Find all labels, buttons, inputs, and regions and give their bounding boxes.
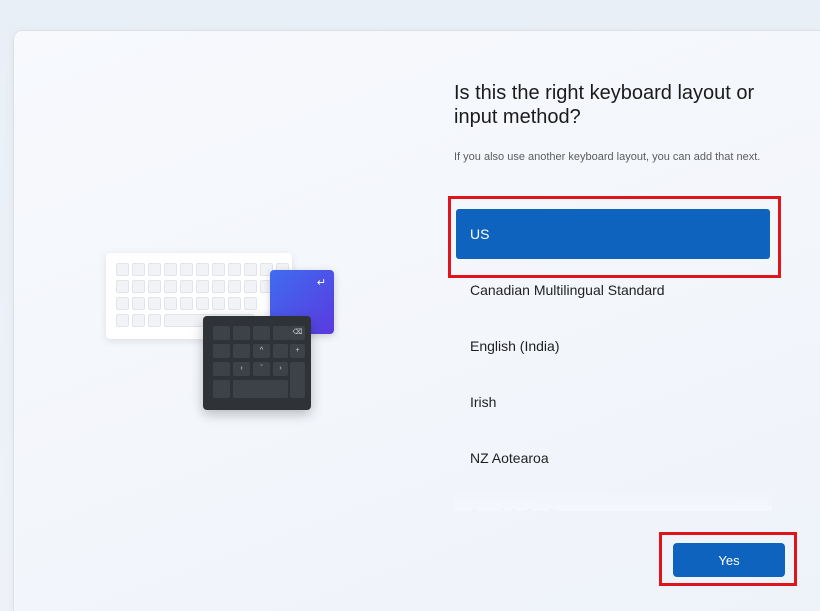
keyboard-layout-list[interactable]: US Canadian Multilingual Standard Englis… [454,209,772,511]
keyboard-key [132,297,145,310]
page-title: Is this the right keyboard layout or inp… [454,82,755,128]
keyboard-key [148,280,161,293]
layout-item-us[interactable]: US [456,209,770,259]
keyboard-key [116,263,129,276]
layout-item-nz-aotearoa[interactable]: NZ Aotearoa [456,433,770,483]
keyboard-key [164,263,177,276]
arrow-right-icon: › [273,362,288,376]
keyboard-key [196,297,209,310]
layout-item-canadian-multilingual-standard[interactable]: Canadian Multilingual Standard [456,265,770,315]
yes-button[interactable]: Yes [673,543,785,577]
keyboard-key [180,280,193,293]
keyboard-key [116,314,129,327]
keyboard-key [116,280,129,293]
numpad-key [233,380,288,398]
layout-item-irish[interactable]: Irish [456,377,770,427]
numpad-graphic: ⌫ ^ + ‹ ˇ › [203,316,311,410]
setup-window: ↵ ⌫ ^ + ‹ ˇ › Is this the right keyboard… [14,31,820,611]
numpad-key [253,326,270,340]
keyboard-key [116,297,129,310]
keyboard-key [244,297,257,310]
page-subtitle: If you also use another keyboard layout,… [454,151,761,163]
keyboard-key [132,263,145,276]
keyboard-key [228,297,241,310]
plus-icon: + [290,344,305,358]
arrow-down-icon: ˇ [253,362,270,376]
keyboard-key [132,280,145,293]
layout-item-english-india[interactable]: English (India) [456,321,770,371]
numpad-key [233,326,250,340]
numpad-key [233,344,250,358]
keyboard-key [148,263,161,276]
enter-icon: ↵ [316,277,326,289]
backspace-icon: ⌫ [290,326,305,340]
numpad-key [273,326,290,340]
numpad-key [213,326,230,340]
keyboard-key [212,263,225,276]
keyboard-key [164,280,177,293]
keyboard-key [244,263,257,276]
numpad-key [213,362,230,376]
numpad-key [290,362,305,398]
keyboard-key [212,280,225,293]
arrow-left-icon: ‹ [233,362,250,376]
numpad-key [213,344,230,358]
keyboard-key [164,297,177,310]
keyboard-illustration: ↵ ⌫ ^ + ‹ ˇ › [106,253,346,413]
caret-up-icon: ^ [253,344,270,358]
keyboard-key [244,280,257,293]
numpad-key [213,380,230,398]
keyboard-key [212,297,225,310]
layout-item-scottish-gaelic[interactable]: Scottish Gaelic [456,489,770,511]
keyboard-key [196,280,209,293]
numpad-key [273,344,288,358]
keyboard-key [196,263,209,276]
keyboard-key [228,280,241,293]
keyboard-key [148,297,161,310]
keyboard-key [228,263,241,276]
keyboard-key [180,297,193,310]
keyboard-key [180,263,193,276]
keyboard-key [132,314,145,327]
keyboard-key [148,314,161,327]
